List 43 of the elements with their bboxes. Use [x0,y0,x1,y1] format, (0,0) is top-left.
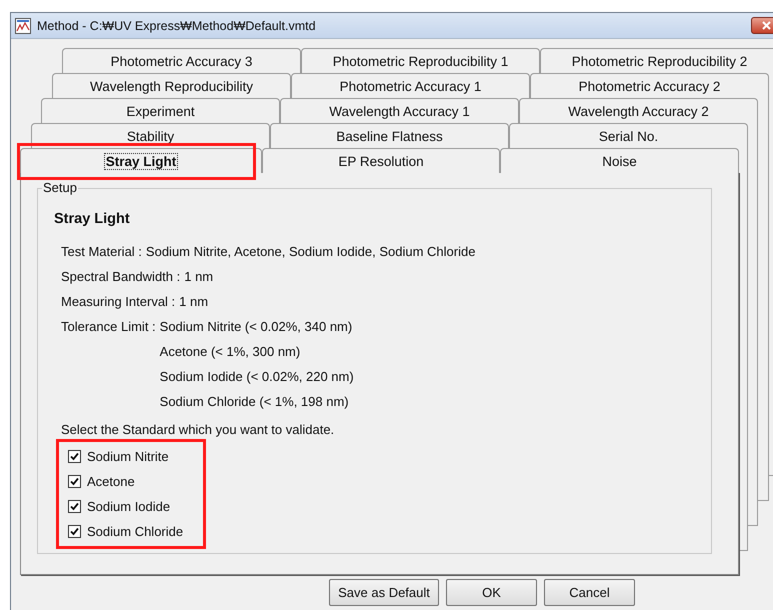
window-title: Method - C:₩UV Express₩Method₩Default.vmtd [37,18,316,32]
tab[interactable]: Wavelength Accuracy 2 [519,98,758,123]
tab[interactable]: Photometric Reproducibility 2 [540,48,773,73]
info-value: Sodium Nitrite, Acetone, Sodium Iodide, Sodium Chloride [146,243,476,261]
tab[interactable]: Experiment [41,98,280,123]
checkbox[interactable] [68,500,81,513]
dialog-button[interactable]: Save as Default [329,579,439,606]
info-label: Test Material : [61,243,142,261]
tab[interactable]: Wavelength Accuracy 1 [280,98,519,123]
close-button[interactable] [751,17,773,34]
tab[interactable]: Photometric Reproducibility 1 [301,48,540,73]
tab[interactable]: Noise [500,148,739,173]
info-value: 1 nm [184,268,214,286]
instruction-text: Select the Standard which you want to validate. [61,421,336,439]
checkbox[interactable] [68,475,81,488]
section-heading: Stray Light [54,211,131,227]
tab[interactable]: Photometric Accuracy 1 [291,73,530,98]
tab[interactable]: Photometric Accuracy 2 [530,73,769,98]
checkbox-item[interactable]: Sodium Chloride [68,519,184,544]
tab[interactable]: Serial No. [509,123,748,148]
chart-icon [15,18,31,34]
info-value: 1 nm [179,293,208,311]
tab[interactable]: Photometric Accuracy 3 [62,48,301,73]
info-label: Tolerance Limit : [61,318,156,336]
info-label: Spectral Bandwidth : [61,268,180,286]
checkbox-item[interactable]: Sodium Nitrite [68,444,184,469]
close-icon [762,21,770,30]
tab[interactable]: EP Resolution [262,148,500,173]
checkbox-item[interactable]: Acetone [68,469,184,494]
info-value: Sodium Iodide (< 0.02%, 220 nm) [160,368,354,386]
checkbox[interactable] [68,525,81,538]
info-value: Sodium Nitrite (< 0.02%, 340 nm) [160,318,354,336]
tab[interactable]: Baseline Flatness [270,123,509,148]
tab[interactable]: Wavelength Reproducibility [52,73,291,98]
checkbox[interactable] [68,450,81,463]
info-value: Acetone (< 1%, 300 nm) [160,343,302,361]
info-value: Sodium Chloride (< 1%, 198 nm) [160,393,350,411]
info-label: Measuring Interval : [61,293,176,311]
tab[interactable]: Stray Light [20,148,262,173]
group-title: Setup [42,180,78,195]
dialog-button[interactable]: Cancel [544,579,635,606]
dialog-button[interactable]: OK [446,579,537,606]
checkbox-item[interactable]: Sodium Iodide [68,494,184,519]
